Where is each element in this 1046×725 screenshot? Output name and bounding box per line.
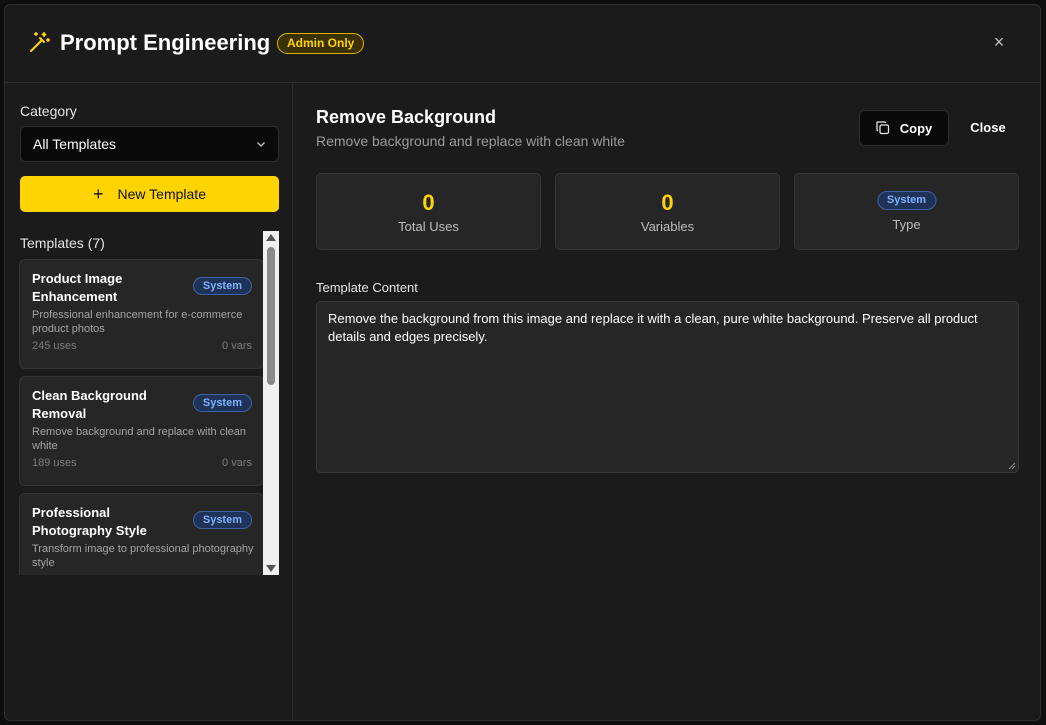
template-card-clean-background-removal[interactable]: Clean Background Removal System Remove b… [19,376,264,486]
type-label: Type [892,217,921,232]
templates-heading: Templates (7) [20,235,105,251]
template-description: Transform image to professional photogra… [32,543,254,569]
template-vars: 0 vars [222,340,252,352]
plus-icon: + [93,184,104,204]
template-list-scrollbar[interactable] [263,231,279,575]
template-description: Remove background and replace with clean… [32,426,247,452]
template-card-professional-photography-style[interactable]: Professional Photography Style System Tr… [19,493,264,575]
chevron-down-icon [257,142,265,147]
copy-icon [876,121,889,135]
category-select[interactable]: All Templates [20,126,279,162]
resize-grip-icon[interactable] [1008,462,1016,470]
template-list: Product Image Enhancement System Profess… [19,259,279,575]
total-uses-value: 0 [422,190,435,215]
copy-label: Copy [899,120,933,136]
new-template-button[interactable]: + New Template [20,176,279,212]
new-template-label: New Template [117,186,206,202]
system-badge: System [192,394,252,412]
close-button[interactable]: Close [961,110,1015,146]
system-badge: System [876,191,937,210]
template-uses: 189 uses [32,457,77,469]
template-name: Clean Background Removal [32,388,147,421]
admin-only-badge: Admin Only [277,33,365,54]
template-content-text: Remove the background from this image an… [328,311,978,344]
template-name: Product Image Enhancement [32,271,123,304]
template-description: Professional enhancement for e-commerce … [32,309,243,335]
variables-label: Variables [640,219,695,234]
template-name: Professional Photography Style [32,505,147,538]
template-card-product-image-enhancement[interactable]: Product Image Enhancement System Profess… [19,259,264,369]
template-vars: 0 vars [222,457,252,469]
template-uses: 245 uses [32,340,77,352]
variables-value: 0 [661,190,674,215]
close-icon[interactable]: × [990,33,1008,51]
category-select-value: All Templates [33,136,117,152]
modal-title: Prompt Engineering [60,30,271,55]
detail-title: Remove Background [316,107,497,127]
template-sidebar: Category All Templates + New Template Te… [5,83,293,720]
template-content-label: Template Content [316,280,418,295]
prompt-engineering-modal: Prompt Engineering Admin Only × Category… [4,4,1041,721]
copy-button[interactable]: Copy [859,110,949,146]
system-badge: System [192,511,252,529]
magic-wand-icon [30,32,50,52]
template-detail: Remove Background Remove background and … [293,83,1040,720]
total-uses-stat: 0 Total Uses [316,173,541,250]
variables-stat: 0 Variables [555,173,780,250]
scroll-down-arrow-icon[interactable] [266,565,276,572]
template-content-textarea[interactable]: Remove the background from this image an… [316,301,1019,473]
total-uses-label: Total Uses [398,219,459,234]
detail-subtitle: Remove background and replace with clean… [316,133,625,149]
scrollbar-thumb[interactable] [267,247,275,385]
modal-header: Prompt Engineering Admin Only × [5,5,1040,83]
type-stat: System Type [794,173,1019,250]
system-badge: System [192,277,252,295]
scroll-up-arrow-icon[interactable] [266,234,276,241]
category-label: Category [20,103,77,119]
